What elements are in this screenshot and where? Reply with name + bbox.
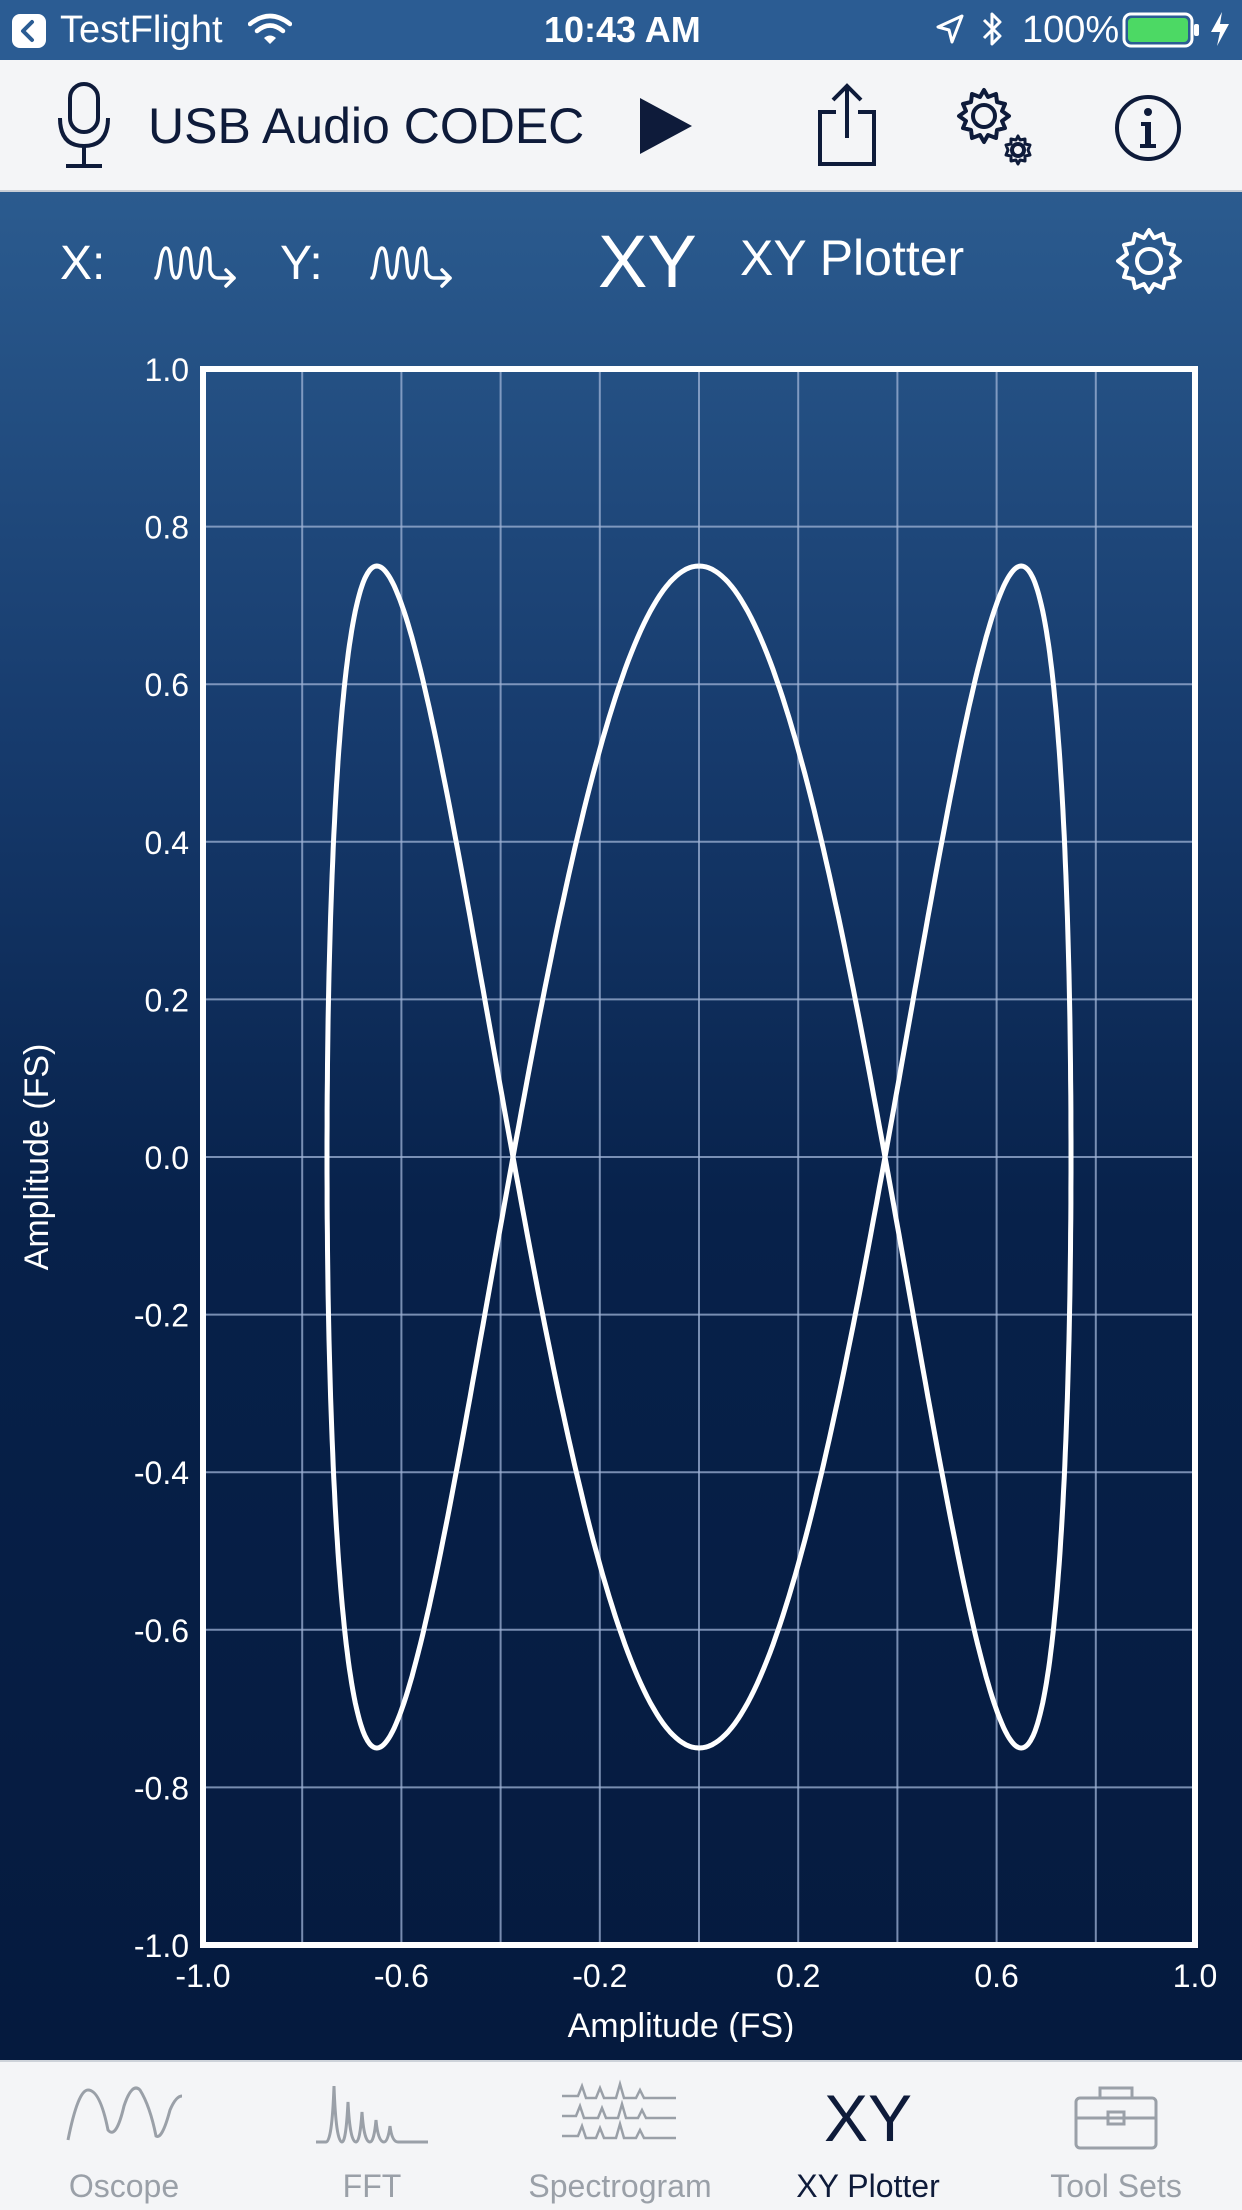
back-app-label[interactable]: TestFlight <box>60 6 223 54</box>
y-input-signal-icon[interactable] <box>370 238 456 290</box>
spectrum-icon <box>316 2085 428 2144</box>
x-tick-label: 1.0 <box>1173 1958 1217 1994</box>
x-input-label: X: <box>60 237 106 290</box>
x-tick-label: -0.6 <box>374 1958 429 1994</box>
device-settings-gears-icon[interactable] <box>950 82 1040 172</box>
battery-icon <box>1122 12 1199 48</box>
top-toolbar: USB Audio CODEC <box>0 60 1242 192</box>
tab-oscope[interactable]: Oscope <box>0 2062 248 2210</box>
y-tick-label: -0.4 <box>134 1455 189 1491</box>
info-icon[interactable] <box>1114 94 1182 162</box>
sine-wave-icon <box>66 2086 183 2141</box>
battery-percent: 100% <box>1022 9 1120 51</box>
toolbox-icon <box>1074 2086 1158 2150</box>
y-tick-label: 0.2 <box>145 982 189 1018</box>
y-tick-label: 0.4 <box>145 825 189 861</box>
bluetooth-icon <box>982 12 1002 46</box>
wifi-icon <box>248 13 292 44</box>
charging-bolt-icon <box>1211 12 1229 46</box>
y-tick-label: 1.0 <box>145 352 189 388</box>
bottom-tab-bar: Oscope FFT Spectrogram XY XY Plotter Too… <box>0 2060 1242 2210</box>
x-input-signal-icon[interactable] <box>154 238 240 290</box>
location-arrow-icon <box>936 14 964 44</box>
share-icon[interactable] <box>816 82 878 168</box>
spectrogram-icon <box>562 2079 676 2140</box>
tab-tool-sets-label: Tool Sets <box>1050 2168 1182 2204</box>
xy-text-icon: XY <box>823 2081 913 2155</box>
mode-short-label: XY <box>598 220 697 303</box>
tab-xy-plotter[interactable]: XY XY Plotter <box>744 2062 992 2210</box>
clock: 10:43 AM <box>544 9 701 50</box>
x-tick-label: -1.0 <box>175 1958 230 1994</box>
xy-chart[interactable]: 1.00.80.60.40.20.0-0.2-0.4-0.6-0.8-1.0-1… <box>0 342 1242 2042</box>
mode-name-label[interactable]: XY Plotter <box>740 228 964 288</box>
status-bar: TestFlight 10:43 AM 100% <box>0 0 1242 60</box>
device-name[interactable]: USB Audio CODEC <box>148 96 584 156</box>
y-input-label: Y: <box>280 237 323 290</box>
y-tick-label: 0.8 <box>145 510 189 546</box>
tab-xy-plotter-label: XY Plotter <box>796 2168 940 2204</box>
microphone-icon[interactable] <box>54 80 114 172</box>
x-tick-label: 0.2 <box>776 1958 820 1994</box>
tab-spectrogram-label: Spectrogram <box>528 2168 712 2204</box>
y-tick-label: -0.2 <box>134 1298 189 1334</box>
main-panel: X: Y: XY XY Plotter 1.0 0.8 0.6 0.4 0.2 0.0 -0… <box>0 192 1242 2060</box>
x-axis-label: Amplitude (FS) <box>568 2007 795 2042</box>
x-tick-label: -0.2 <box>572 1958 627 1994</box>
back-chevron-icon[interactable] <box>12 14 46 48</box>
tab-spectrogram[interactable]: Spectrogram <box>496 2062 744 2210</box>
tab-fft[interactable]: FFT <box>248 2062 496 2210</box>
y-tick-label: -0.6 <box>134 1613 189 1649</box>
tab-oscope-label: Oscope <box>68 2168 180 2204</box>
x-tick-label: 0.6 <box>974 1958 1018 1994</box>
play-icon[interactable] <box>638 96 694 156</box>
y-tick-label: -0.8 <box>134 1770 189 1806</box>
tab-fft-label: FFT <box>342 2168 402 2204</box>
y-tick-label: 0.6 <box>145 667 189 703</box>
plot-settings-gear-icon[interactable] <box>1114 226 1184 296</box>
y-tick-label: 0.0 <box>145 1140 189 1176</box>
y-axis-label: Amplitude (FS) <box>18 1044 56 1271</box>
tab-tool-sets[interactable]: Tool Sets <box>992 2062 1240 2210</box>
